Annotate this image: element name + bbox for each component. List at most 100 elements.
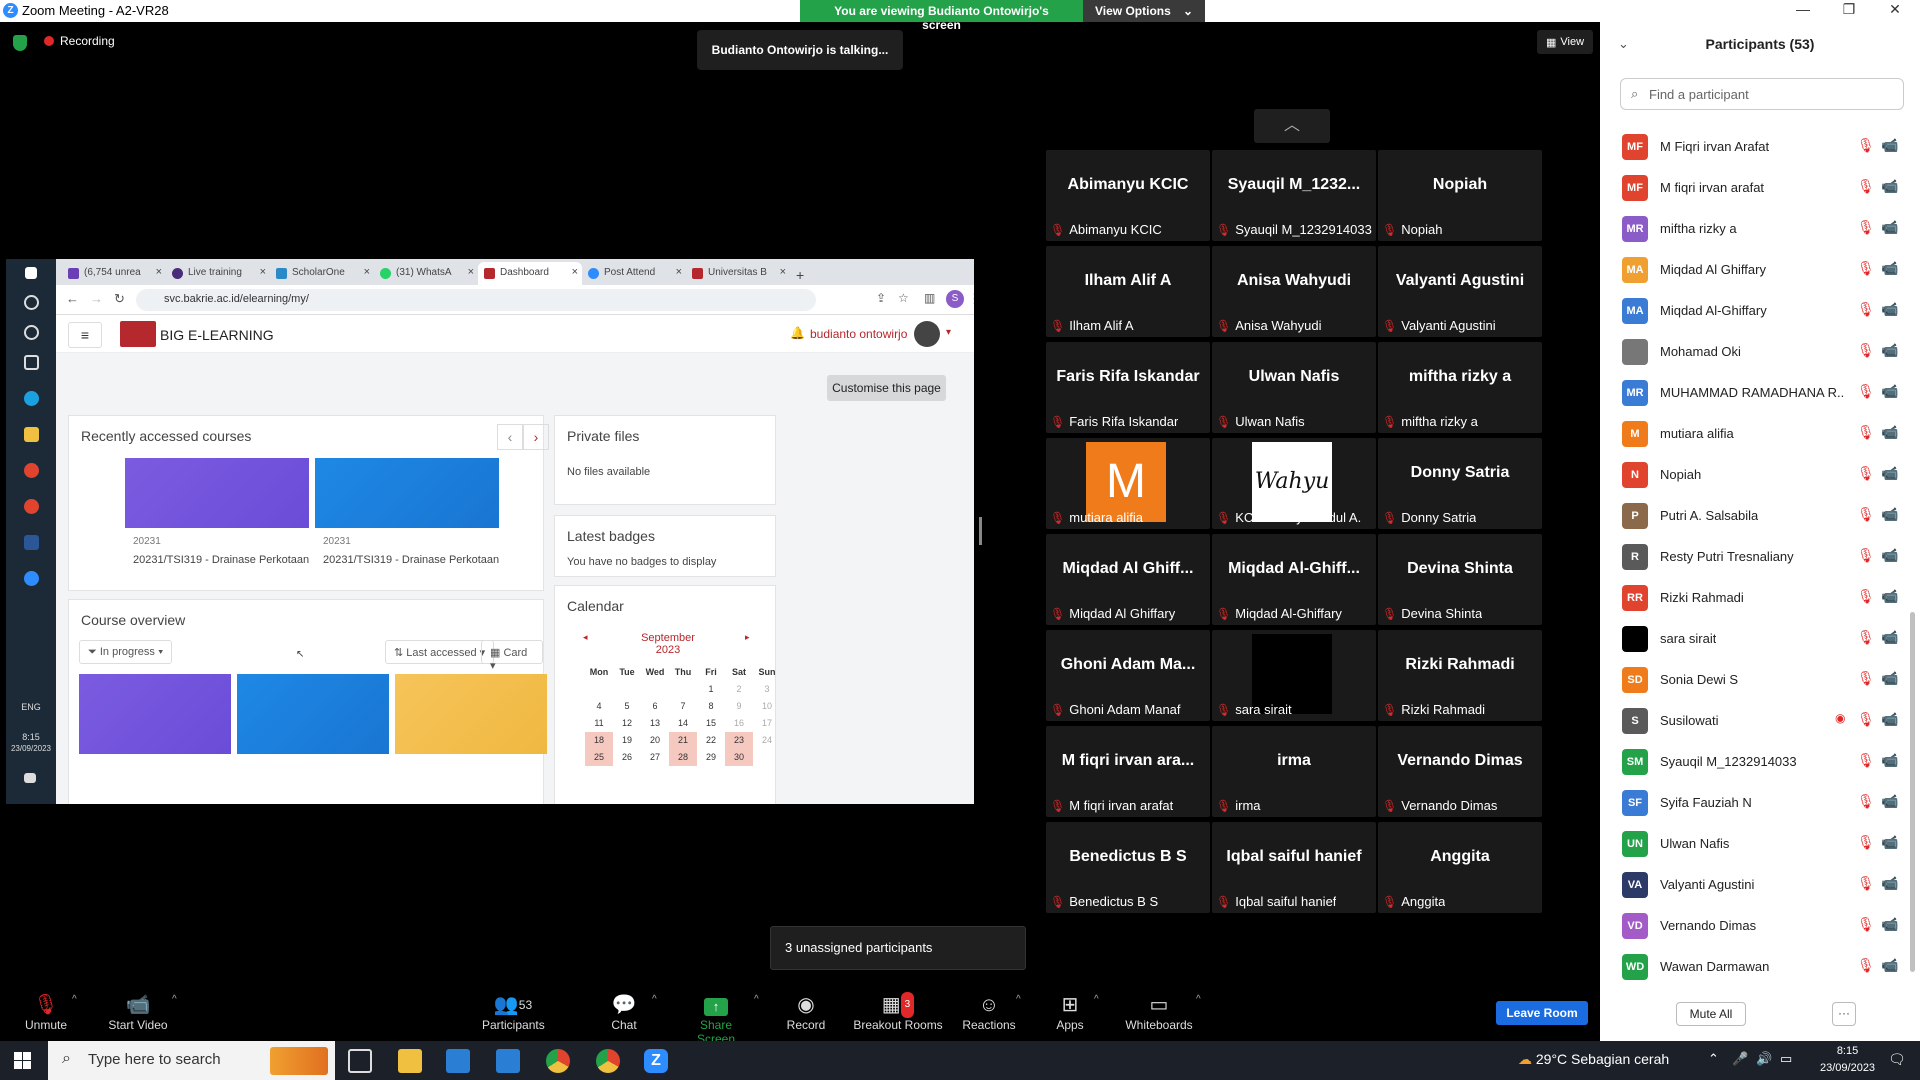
mic-off-icon[interactable]: 🎙 [1857, 793, 1875, 810]
maximize-button[interactable]: ❐ [1834, 1, 1864, 18]
participant-video-tile[interactable]: Vernando Dimas 🎙 Vernando Dimas [1378, 726, 1542, 817]
close-icon[interactable]: × [676, 266, 682, 278]
mic-off-icon[interactable]: 🎙 [1857, 670, 1875, 687]
share-screen-button[interactable]: ↑ Share Screen ^ [680, 992, 759, 1046]
chevron-up-icon[interactable]: ^ [1016, 994, 1021, 1005]
video-off-icon[interactable]: 📹 [1881, 383, 1898, 400]
browser-tab[interactable]: (6,754 unrea × [62, 262, 166, 285]
mic-off-icon[interactable]: 🎙 [1857, 260, 1875, 277]
bell-icon[interactable]: 🔔 [790, 326, 805, 340]
participant-search-input[interactable]: ⌕ Find a participant [1620, 78, 1904, 110]
notification-icon[interactable]: 🗨 [1888, 1051, 1906, 1068]
view-button[interactable]: ▦ View [1537, 30, 1593, 54]
calendar-day[interactable]: 24 [753, 732, 781, 749]
video-off-icon[interactable]: 📹 [1881, 301, 1898, 318]
course-image[interactable] [79, 674, 231, 754]
calendar-day[interactable]: 27 [641, 749, 669, 766]
browser-tab[interactable]: Universitas B × [686, 262, 790, 285]
video-off-icon[interactable]: 📹 [1881, 752, 1898, 769]
mic-off-icon[interactable]: 🎙 [1857, 588, 1875, 605]
participant-row[interactable]: N Nopiah 🎙 📹 [1600, 453, 1904, 494]
video-off-icon[interactable]: 📹 [1881, 711, 1898, 728]
breakout-rooms-button[interactable]: ▦ 3 Breakout Rooms [852, 992, 944, 1032]
participant-video-tile[interactable]: Ulwan Nafis 🎙 Ulwan Nafis [1212, 342, 1376, 433]
participant-row[interactable]: MR miftha rizky a 🎙 📹 [1600, 207, 1904, 248]
weather-widget[interactable]: ☁ 29°C Sebagian cerah [1518, 1051, 1669, 1068]
participant-video-tile[interactable]: Anisa Wahyudi 🎙 Anisa Wahyudi [1212, 246, 1376, 337]
browser-tab[interactable]: Live training × [166, 262, 270, 285]
participant-video-tile[interactable]: Ghoni Adam Ma... 🎙 Ghoni Adam Manaf [1046, 630, 1210, 721]
participant-video-tile[interactable]: miftha rizky a 🎙 miftha rizky a [1378, 342, 1542, 433]
chevron-up-icon[interactable]: ^ [754, 994, 759, 1005]
participant-video-tile[interactable]: Anggita 🎙 Anggita [1378, 822, 1542, 913]
calendar-prev-icon[interactable]: ◂ [583, 632, 588, 643]
participant-video-tile[interactable]: irma 🎙 irma [1212, 726, 1376, 817]
url-field[interactable]: svc.bakrie.ac.id/elearning/my/ [136, 289, 816, 311]
user-name[interactable]: budianto ontowirjo [810, 327, 907, 341]
mic-off-icon[interactable]: 🎙 [1857, 834, 1875, 851]
participant-row[interactable]: Mohamad Oki 🎙 📹 [1600, 330, 1904, 371]
participant-video-tile[interactable]: Benedictus B S 🎙 Benedictus B S [1046, 822, 1210, 913]
participant-video-tile[interactable]: Valyanti Agustini 🎙 Valyanti Agustini [1378, 246, 1542, 337]
profile-icon[interactable]: S [946, 290, 964, 308]
participant-video-tile[interactable]: Nopiah 🎙 Nopiah [1378, 150, 1542, 241]
sidepanel-icon[interactable]: ▥ [924, 291, 935, 305]
calendar-day[interactable]: 1 [697, 681, 725, 698]
calendar-day[interactable]: 25 [585, 749, 613, 766]
tray-chevron-icon[interactable]: ⌃ [1708, 1051, 1719, 1067]
mail-icon[interactable] [496, 1049, 520, 1073]
zoom-icon[interactable]: Z [644, 1049, 668, 1073]
scrollbar[interactable] [1910, 612, 1915, 972]
participant-row[interactable]: MR MUHAMMAD RAMADHANA R... 🎙 📹 [1600, 371, 1904, 412]
video-off-icon[interactable]: 📹 [1881, 424, 1898, 441]
mic-off-icon[interactable]: 🎙 [1857, 957, 1875, 974]
minimize-button[interactable]: — [1788, 1, 1818, 17]
menu-icon[interactable]: ⋮ [968, 291, 974, 307]
video-off-icon[interactable]: 📹 [1881, 342, 1898, 359]
calendar-day[interactable]: 6 [641, 698, 669, 715]
video-off-icon[interactable]: 📹 [1881, 670, 1898, 687]
video-off-icon[interactable]: 📹 [1881, 219, 1898, 236]
video-off-icon[interactable]: 📹 [1881, 629, 1898, 646]
participant-video-tile[interactable]: Miqdad Al Ghiff... 🎙 Miqdad Al Ghiffary [1046, 534, 1210, 625]
calendar-day[interactable]: 21 [669, 732, 697, 749]
calendar-day[interactable]: 30 [725, 749, 753, 766]
calendar-day[interactable]: 23 [725, 732, 753, 749]
calendar-day[interactable]: 22 [697, 732, 725, 749]
recording-indicator[interactable]: Recording [44, 34, 115, 48]
participant-video-tile[interactable]: Syauqil M_1232... 🎙 Syauqil M_1232914033 [1212, 150, 1376, 241]
video-off-icon[interactable]: 📹 [1881, 260, 1898, 277]
video-off-icon[interactable]: 📹 [1881, 875, 1898, 892]
calendar-day[interactable]: 10 [753, 698, 781, 715]
mute-all-button[interactable]: Mute All [1676, 1002, 1746, 1026]
close-icon[interactable]: × [468, 266, 474, 278]
site-brand[interactable]: BIG E-LEARNING [160, 327, 274, 343]
volume-icon[interactable]: 🔊 [1756, 1051, 1772, 1067]
resize-handle[interactable] [979, 517, 982, 545]
participant-row[interactable]: MA Miqdad Al Ghiffary 🎙 📹 [1600, 248, 1904, 289]
calendar-day[interactable]: 13 [641, 715, 669, 732]
mic-off-icon[interactable]: 🎙 [1857, 547, 1875, 564]
video-off-icon[interactable]: 📹 [1881, 916, 1898, 933]
record-button[interactable]: ◉ Record [784, 992, 828, 1032]
back-icon[interactable]: ← [66, 291, 79, 306]
video-off-icon[interactable]: 📹 [1881, 137, 1898, 154]
chat-button[interactable]: 💬 Chat ^ [606, 992, 656, 1032]
chevron-up-icon[interactable]: ^ [172, 994, 177, 1005]
taskbar-clock[interactable]: 8:15 23/09/2023 [1820, 1043, 1875, 1077]
mic-off-icon[interactable]: 🎙 [1857, 137, 1875, 154]
participant-row[interactable]: UN Ulwan Nafis 🎙 📹 [1600, 822, 1904, 863]
participant-row[interactable]: MF M fiqri irvan arafat 🎙 📹 [1600, 166, 1904, 207]
participant-video-tile[interactable]: Abimanyu KCIC 🎙 Abimanyu KCIC [1046, 150, 1210, 241]
network-icon[interactable]: ▭ [1780, 1051, 1792, 1067]
participant-row[interactable]: MF M Fiqri irvan Arafat 🎙 📹 [1600, 125, 1904, 166]
mic-off-icon[interactable]: 🎙 [1857, 178, 1875, 195]
course-image[interactable] [125, 458, 309, 528]
participant-row[interactable]: WD Wawan Darmawan 🎙 📹 [1600, 945, 1904, 986]
participant-row[interactable]: sara sirait 🎙 📹 [1600, 617, 1904, 658]
close-icon[interactable]: × [572, 266, 578, 278]
unmute-button[interactable]: 🎙 Unmute ^ [22, 992, 77, 1032]
participant-row[interactable]: SD Sonia Dewi S 🎙 📹 [1600, 658, 1904, 699]
participant-row[interactable]: Mmutiara alifia 🎙 📹 [1600, 412, 1904, 453]
store-icon[interactable] [446, 1049, 470, 1073]
